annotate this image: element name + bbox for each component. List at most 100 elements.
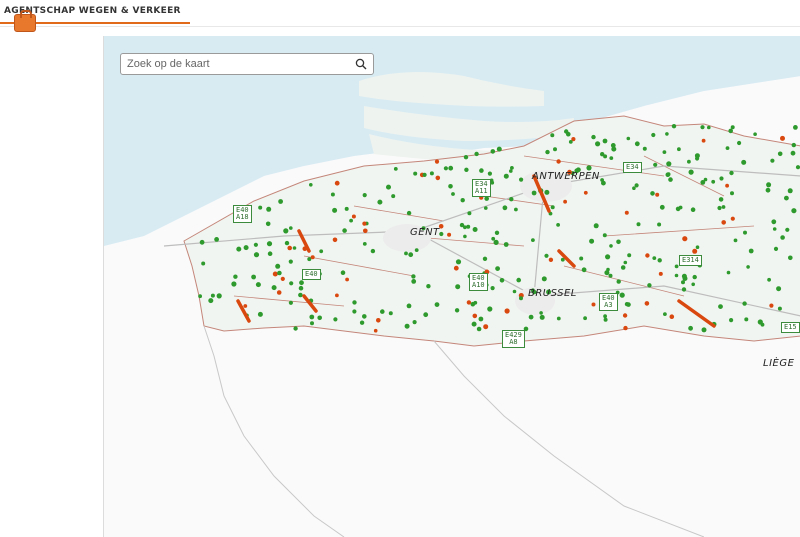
traffic-marker[interactable] (519, 177, 524, 182)
traffic-marker[interactable] (658, 271, 663, 276)
traffic-marker[interactable] (553, 147, 557, 152)
traffic-marker[interactable] (695, 245, 700, 249)
traffic-marker[interactable] (448, 165, 454, 171)
traffic-marker[interactable] (681, 280, 685, 285)
traffic-marker[interactable] (391, 194, 396, 199)
traffic-marker[interactable] (349, 218, 353, 223)
map-canvas[interactable] (104, 36, 800, 537)
traffic-marker[interactable] (258, 205, 263, 210)
traffic-marker[interactable] (388, 311, 393, 316)
traffic-marker[interactable] (289, 226, 293, 230)
traffic-marker[interactable] (510, 166, 514, 170)
traffic-marker[interactable] (623, 260, 628, 265)
traffic-marker[interactable] (464, 167, 469, 172)
traffic-marker[interactable] (688, 169, 694, 175)
traffic-marker[interactable] (231, 281, 237, 287)
traffic-marker[interactable] (688, 325, 693, 331)
traffic-marker[interactable] (528, 314, 534, 320)
traffic-marker[interactable] (748, 248, 754, 254)
traffic-marker[interactable] (665, 132, 669, 136)
traffic-marker[interactable] (644, 301, 650, 306)
traffic-marker[interactable] (556, 316, 561, 321)
traffic-marker[interactable] (278, 199, 283, 204)
traffic-marker[interactable] (744, 317, 749, 322)
traffic-marker[interactable] (214, 237, 219, 242)
traffic-marker[interactable] (208, 298, 214, 304)
traffic-marker[interactable] (412, 320, 417, 325)
traffic-marker[interactable] (406, 303, 412, 309)
traffic-marker[interactable] (377, 199, 383, 205)
traffic-marker[interactable] (283, 228, 289, 234)
traffic-marker[interactable] (583, 190, 588, 195)
traffic-marker[interactable] (777, 306, 782, 311)
traffic-marker[interactable] (362, 242, 367, 246)
traffic-marker[interactable] (344, 206, 349, 211)
traffic-marker[interactable] (478, 316, 484, 322)
traffic-marker[interactable] (434, 159, 440, 164)
traffic-marker[interactable] (531, 238, 535, 243)
traffic-marker[interactable] (619, 292, 625, 298)
traffic-marker[interactable] (666, 161, 672, 167)
traffic-marker[interactable] (721, 205, 726, 209)
traffic-marker[interactable] (509, 169, 513, 173)
traffic-marker[interactable] (544, 189, 550, 195)
traffic-marker[interactable] (681, 273, 687, 279)
traffic-marker[interactable] (474, 151, 479, 157)
traffic-marker[interactable] (601, 180, 606, 186)
traffic-marker[interactable] (299, 280, 304, 286)
traffic-marker[interactable] (359, 320, 365, 325)
traffic-marker[interactable] (652, 256, 657, 260)
traffic-marker[interactable] (622, 313, 628, 318)
traffic-marker[interactable] (545, 149, 550, 155)
traffic-marker[interactable] (496, 146, 502, 152)
traffic-marker[interactable] (626, 302, 631, 307)
traffic-marker[interactable] (411, 279, 417, 284)
traffic-marker[interactable] (550, 205, 555, 210)
traffic-marker[interactable] (309, 314, 315, 320)
traffic-marker[interactable] (741, 159, 747, 165)
traffic-marker[interactable] (753, 132, 757, 136)
traffic-marker[interactable] (757, 319, 763, 325)
traffic-marker[interactable] (769, 303, 774, 308)
traffic-marker[interactable] (243, 245, 249, 251)
traffic-marker[interactable] (583, 316, 587, 321)
traffic-marker[interactable] (288, 259, 293, 264)
traffic-marker[interactable] (718, 304, 723, 309)
traffic-marker[interactable] (602, 233, 607, 238)
traffic-marker[interactable] (725, 146, 730, 150)
traffic-marker[interactable] (463, 155, 469, 160)
traffic-marker[interactable] (586, 165, 592, 171)
traffic-marker[interactable] (454, 308, 460, 313)
traffic-marker[interactable] (737, 140, 742, 146)
traffic-marker[interactable] (267, 251, 273, 256)
traffic-marker[interactable] (721, 220, 726, 225)
traffic-marker[interactable] (233, 274, 238, 279)
traffic-marker[interactable] (332, 237, 338, 243)
traffic-marker[interactable] (595, 141, 601, 147)
traffic-marker[interactable] (504, 308, 510, 314)
traffic-marker[interactable] (780, 235, 785, 240)
traffic-marker[interactable] (674, 264, 679, 269)
traffic-marker[interactable] (413, 171, 418, 176)
traffic-marker[interactable] (776, 286, 782, 292)
traffic-marker[interactable] (332, 207, 338, 213)
traffic-marker[interactable] (591, 134, 596, 140)
traffic-marker[interactable] (777, 151, 783, 157)
traffic-marker[interactable] (463, 234, 467, 239)
traffic-marker[interactable] (653, 162, 658, 167)
traffic-marker[interactable] (362, 221, 367, 226)
traffic-marker[interactable] (593, 223, 599, 229)
traffic-marker[interactable] (447, 232, 452, 237)
traffic-marker[interactable] (495, 266, 500, 271)
traffic-marker[interactable] (608, 273, 613, 278)
traffic-marker[interactable] (423, 312, 429, 318)
traffic-marker[interactable] (216, 293, 222, 299)
traffic-marker[interactable] (493, 239, 499, 245)
traffic-marker[interactable] (284, 240, 290, 246)
traffic-marker[interactable] (711, 179, 716, 184)
traffic-marker[interactable] (556, 223, 560, 227)
traffic-marker[interactable] (373, 328, 378, 333)
traffic-marker[interactable] (351, 214, 356, 219)
traffic-marker[interactable] (352, 309, 357, 314)
traffic-marker[interactable] (236, 246, 242, 252)
